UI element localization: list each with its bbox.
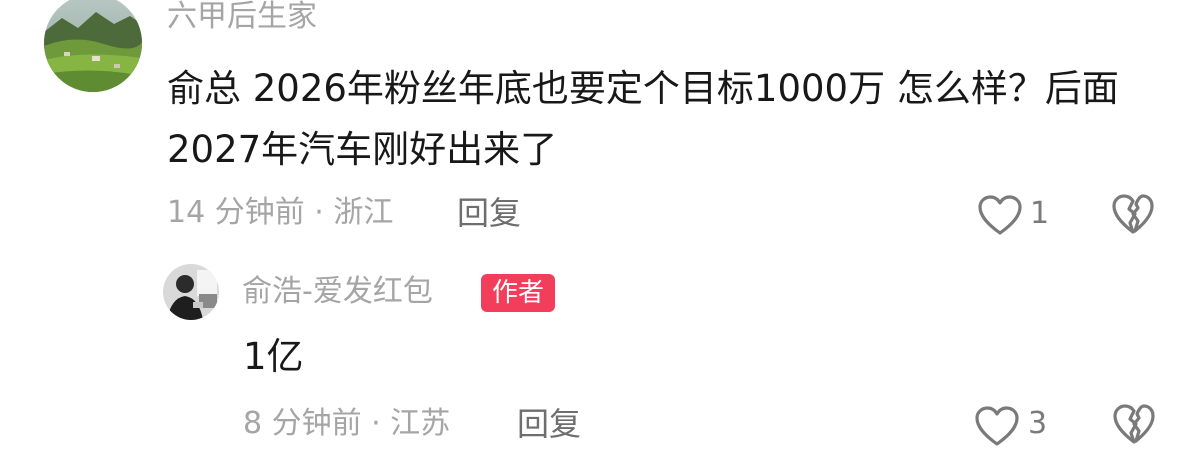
reply-button[interactable]: 回复 [457, 193, 521, 233]
reply-like-count: 3 [1028, 406, 1048, 441]
comment-text: 俞总 2026年粉丝年底也要定个目标1000万 怎么样？后面2027年汽车刚好出… [167, 67, 1119, 171]
comment-thread: 六甲后生家 俞总 2026年粉丝年底也要定个目标1000万 怎么样？后面2027… [0, 0, 1200, 450]
person-avatar-image [163, 264, 219, 320]
reply-text: 1亿 [243, 335, 304, 378]
landscape-avatar-image [44, 0, 142, 92]
reply-to-reply-button[interactable]: 回复 [517, 404, 581, 444]
commenter-name[interactable]: 六甲后生家 [167, 0, 317, 35]
heart-outline-icon[interactable] [973, 404, 1021, 448]
comment-time-location: 14 分钟前 · 浙江 [167, 195, 394, 230]
like-count: 1 [1030, 196, 1050, 231]
heart-outline-icon[interactable] [976, 193, 1024, 237]
replier-name[interactable]: 俞浩-爱发红包 [242, 274, 433, 310]
commenter-avatar[interactable] [44, 0, 142, 92]
author-badge: 作者 [481, 274, 555, 312]
reply-time-location: 8 分钟前 · 江苏 [243, 406, 451, 441]
replier-avatar[interactable] [163, 264, 219, 320]
broken-heart-icon[interactable] [1110, 192, 1156, 236]
broken-heart-icon[interactable] [1111, 402, 1157, 446]
